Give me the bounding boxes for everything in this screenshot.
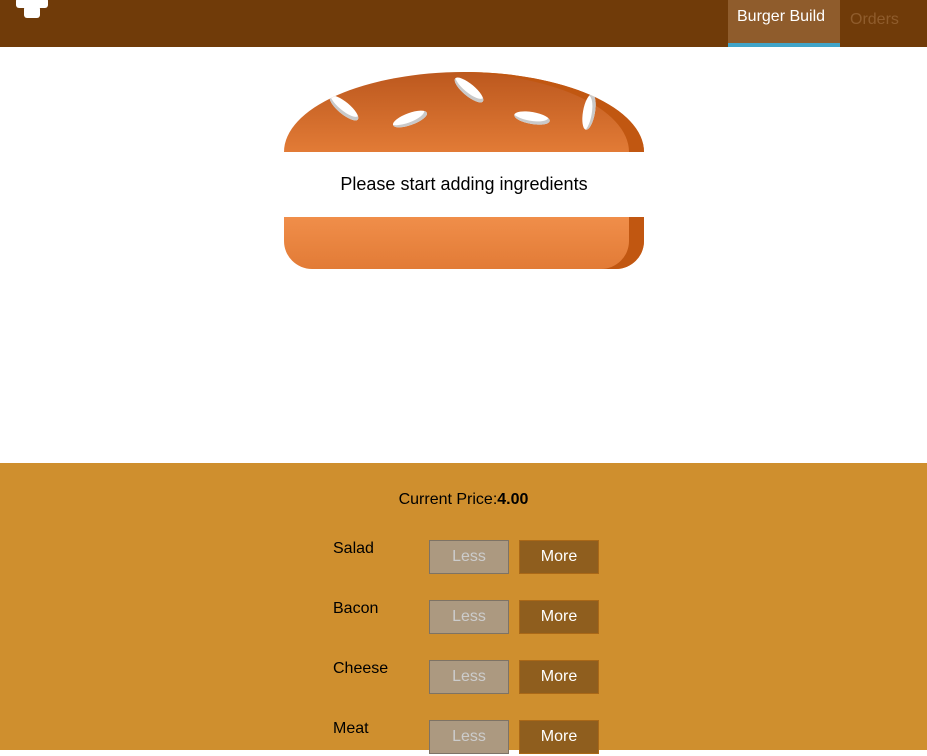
bacon-less-button[interactable]: Less (429, 600, 509, 634)
current-price: Current Price:4.00 (0, 491, 927, 509)
toolbar: Burger Build Orders (0, 0, 927, 47)
build-controls: Current Price:4.00 Salad Less More Bacon… (0, 463, 927, 754)
empty-burger-message: Please start adding ingredients (284, 152, 644, 217)
bread-bottom (284, 217, 644, 269)
burger-preview: Please start adding ingredients (284, 72, 644, 270)
ingredient-label: Salad (333, 540, 374, 557)
control-cheese: Cheese Less More (333, 660, 603, 696)
salad-more-button[interactable]: More (519, 540, 599, 574)
sesame-seed (326, 91, 362, 125)
meat-more-button[interactable]: More (519, 720, 599, 754)
price-value: 4.00 (497, 491, 529, 508)
nav-burger-builder[interactable]: Burger Build (728, 0, 840, 47)
control-salad: Salad Less More (333, 540, 603, 576)
bread-top (284, 72, 644, 152)
sesame-seed (579, 93, 599, 131)
salad-less-button[interactable]: Less (429, 540, 509, 574)
main-navigation: Burger Build Orders (728, 0, 927, 47)
ingredient-label: Bacon (333, 600, 379, 617)
control-meat: Meat Less More (333, 720, 603, 756)
ingredient-label: Cheese (333, 660, 389, 677)
control-bacon: Bacon Less More (333, 600, 603, 636)
meat-less-button[interactable]: Less (429, 720, 509, 754)
cheese-more-button[interactable]: More (519, 660, 599, 694)
bacon-more-button[interactable]: More (519, 600, 599, 634)
burger-logo-icon[interactable] (14, 0, 50, 20)
sesame-seed (451, 73, 487, 107)
ingredient-label: Meat (333, 720, 369, 737)
sesame-seed (391, 107, 429, 131)
cheese-less-button[interactable]: Less (429, 660, 509, 694)
sesame-seed (513, 108, 551, 128)
nav-orders[interactable]: Orders (840, 0, 927, 47)
price-label: Current Price: (398, 491, 498, 508)
